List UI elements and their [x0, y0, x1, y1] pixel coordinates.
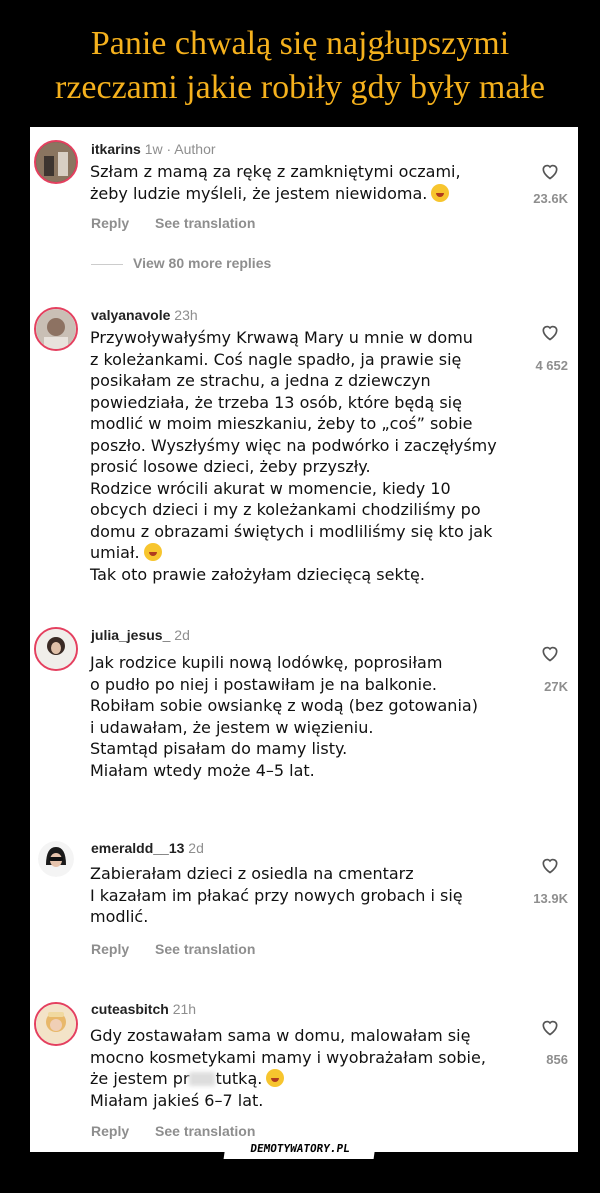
comment-meta: 23h [174, 307, 198, 323]
username[interactable]: itkarins [91, 141, 141, 157]
text-line: i udawałam, że jestem w więzieniu. [90, 717, 374, 737]
watermark: DEMOTYWATORY.PL [223, 1139, 377, 1159]
heart-icon[interactable] [540, 161, 560, 181]
comment-meta: 21h [172, 1001, 197, 1017]
username[interactable]: emeraldd__13 [91, 840, 184, 856]
view-more-label: View 80 more replies [133, 255, 272, 271]
text-line: Szłam z mamą za rękę z zamkniętymi oczam… [90, 162, 461, 181]
like-count: 13.9K [533, 891, 568, 906]
reply-button[interactable]: Reply [91, 941, 129, 957]
text-line: powiedziała, że trzeba 13 osób, które bę… [90, 392, 462, 412]
sweat-smile-emoji-icon [143, 543, 162, 561]
reply-button[interactable]: Reply [91, 215, 129, 231]
comment-header: itkarins 1w · Author [91, 140, 216, 158]
heart-icon[interactable] [540, 1017, 560, 1037]
text-line: mocno kosmetykami mamy i wyobrażałam sob… [90, 1047, 486, 1067]
comment-text: Szłam z mamą za rękę z zamkniętymi oczam… [90, 161, 510, 204]
username[interactable]: cuteasbitch [91, 1001, 169, 1017]
text-line: Stamtąd pisałam do mamy listy. [90, 739, 348, 758]
text-line: z koleżankami. Coś nagle spadło, ja praw… [90, 349, 462, 369]
comment-text: Gdy zostawałam sama w domu, malowałam si… [90, 1025, 510, 1111]
heart-icon[interactable] [540, 322, 560, 342]
avatar[interactable] [34, 1002, 78, 1046]
comment-actions: Reply See translation [91, 1123, 277, 1139]
text-line: poszło. Wyszłyśmy więc na podwórko i zac… [90, 435, 497, 455]
text-line: żeby ludzie myśleli, że jestem niewidoma… [90, 183, 510, 205]
like-count: 23.6K [533, 191, 568, 206]
text-line: że jestem pr tutką. [90, 1068, 510, 1090]
like-count: 856 [546, 1052, 568, 1067]
text-line: modlić. [90, 907, 149, 926]
text-line: modlić w moim mieszkaniu, żeby to „coś” … [90, 414, 473, 433]
text-line: Gdy zostawałam sama w domu, malowałam si… [90, 1026, 471, 1045]
page-title: Panie chwalą się najgłupszymi rzeczami j… [0, 22, 600, 110]
laughing-emoji-icon [266, 1069, 285, 1087]
title-line-1: Panie chwalą się najgłupszymi [90, 25, 510, 62]
avatar[interactable] [34, 627, 78, 671]
avatar[interactable] [34, 140, 78, 184]
comment-actions: Reply See translation [91, 941, 277, 957]
like-count: 27K [544, 679, 568, 694]
text-line: Miałam jakieś 6–7 lat. [90, 1090, 264, 1110]
comment-meta: 2d [174, 627, 190, 643]
text-line: Jak rodzice kupili nową lodówkę, poprosi… [90, 653, 443, 672]
text-line: Zabierałam dzieci z osiedla na cmentarz [90, 864, 414, 883]
text-line: I kazałam im płakać przy nowych grobach … [90, 885, 463, 905]
text-line: Robiłam sobie owsiankę z wodą (bez gotow… [90, 696, 478, 715]
avatar[interactable] [38, 841, 74, 877]
text-line: obcych dzieci i my z koleżankami chodzil… [90, 500, 481, 519]
comment-header: emeraldd__13 2d [91, 839, 204, 857]
text-line: domu z obrazami świętych i modliliśmy si… [90, 521, 493, 541]
text-line: Przywoływałyśmy Krwawą Mary u mnie w dom… [90, 328, 473, 347]
comment-header: cuteasbitch 21h [91, 1000, 196, 1018]
title-line-2: rzeczami jakie robiły gdy były małe [55, 69, 545, 106]
comment-actions: Reply See translation [91, 215, 277, 231]
text-line: Rodzice wrócili akurat w momencie, kiedy… [90, 478, 451, 498]
username[interactable]: julia_jesus_ [91, 627, 170, 643]
text-line: Miałam wtedy może 4–5 lat. [90, 760, 315, 780]
heart-icon[interactable] [540, 855, 560, 875]
laughing-emoji-icon [431, 183, 450, 202]
see-translation-button[interactable]: See translation [155, 215, 255, 231]
comment-header: julia_jesus_ 2d [91, 626, 190, 644]
username[interactable]: valyanavole [91, 307, 170, 323]
comment-text: Zabierałam dzieci z osiedla na cmentarz … [90, 863, 510, 928]
comment-text: Jak rodzice kupili nową lodówkę, poprosi… [90, 652, 510, 781]
text-line: Tak oto prawie założyłam dziecięcą sektę… [90, 564, 425, 584]
text-line: prosić losowe dzieci, żeby przyszły. [90, 457, 371, 476]
heart-icon[interactable] [540, 643, 560, 663]
text-line: o pudło po niej i postawiłam je na balko… [90, 674, 437, 694]
see-translation-button[interactable]: See translation [155, 941, 255, 957]
censor-blur [189, 1072, 216, 1086]
comment-meta: 1w · Author [144, 141, 216, 157]
divider [91, 263, 123, 265]
view-more-replies[interactable]: View 80 more replies [91, 255, 271, 271]
reply-button[interactable]: Reply [91, 1123, 129, 1139]
avatar[interactable] [34, 307, 78, 351]
comments-screenshot: itkarins 1w · Author Szłam z mamą za ręk… [30, 127, 578, 1152]
like-count: 4 652 [535, 358, 568, 373]
see-translation-button[interactable]: See translation [155, 1123, 255, 1139]
text-line: umiał. [90, 542, 510, 564]
comment-meta: 2d [188, 840, 204, 856]
comment-text: Przywoływałyśmy Krwawą Mary u mnie w dom… [90, 327, 510, 585]
text-line: posikałam ze strachu, a jedna z dziewczy… [90, 371, 431, 390]
comment-header: valyanavole 23h [91, 306, 198, 324]
